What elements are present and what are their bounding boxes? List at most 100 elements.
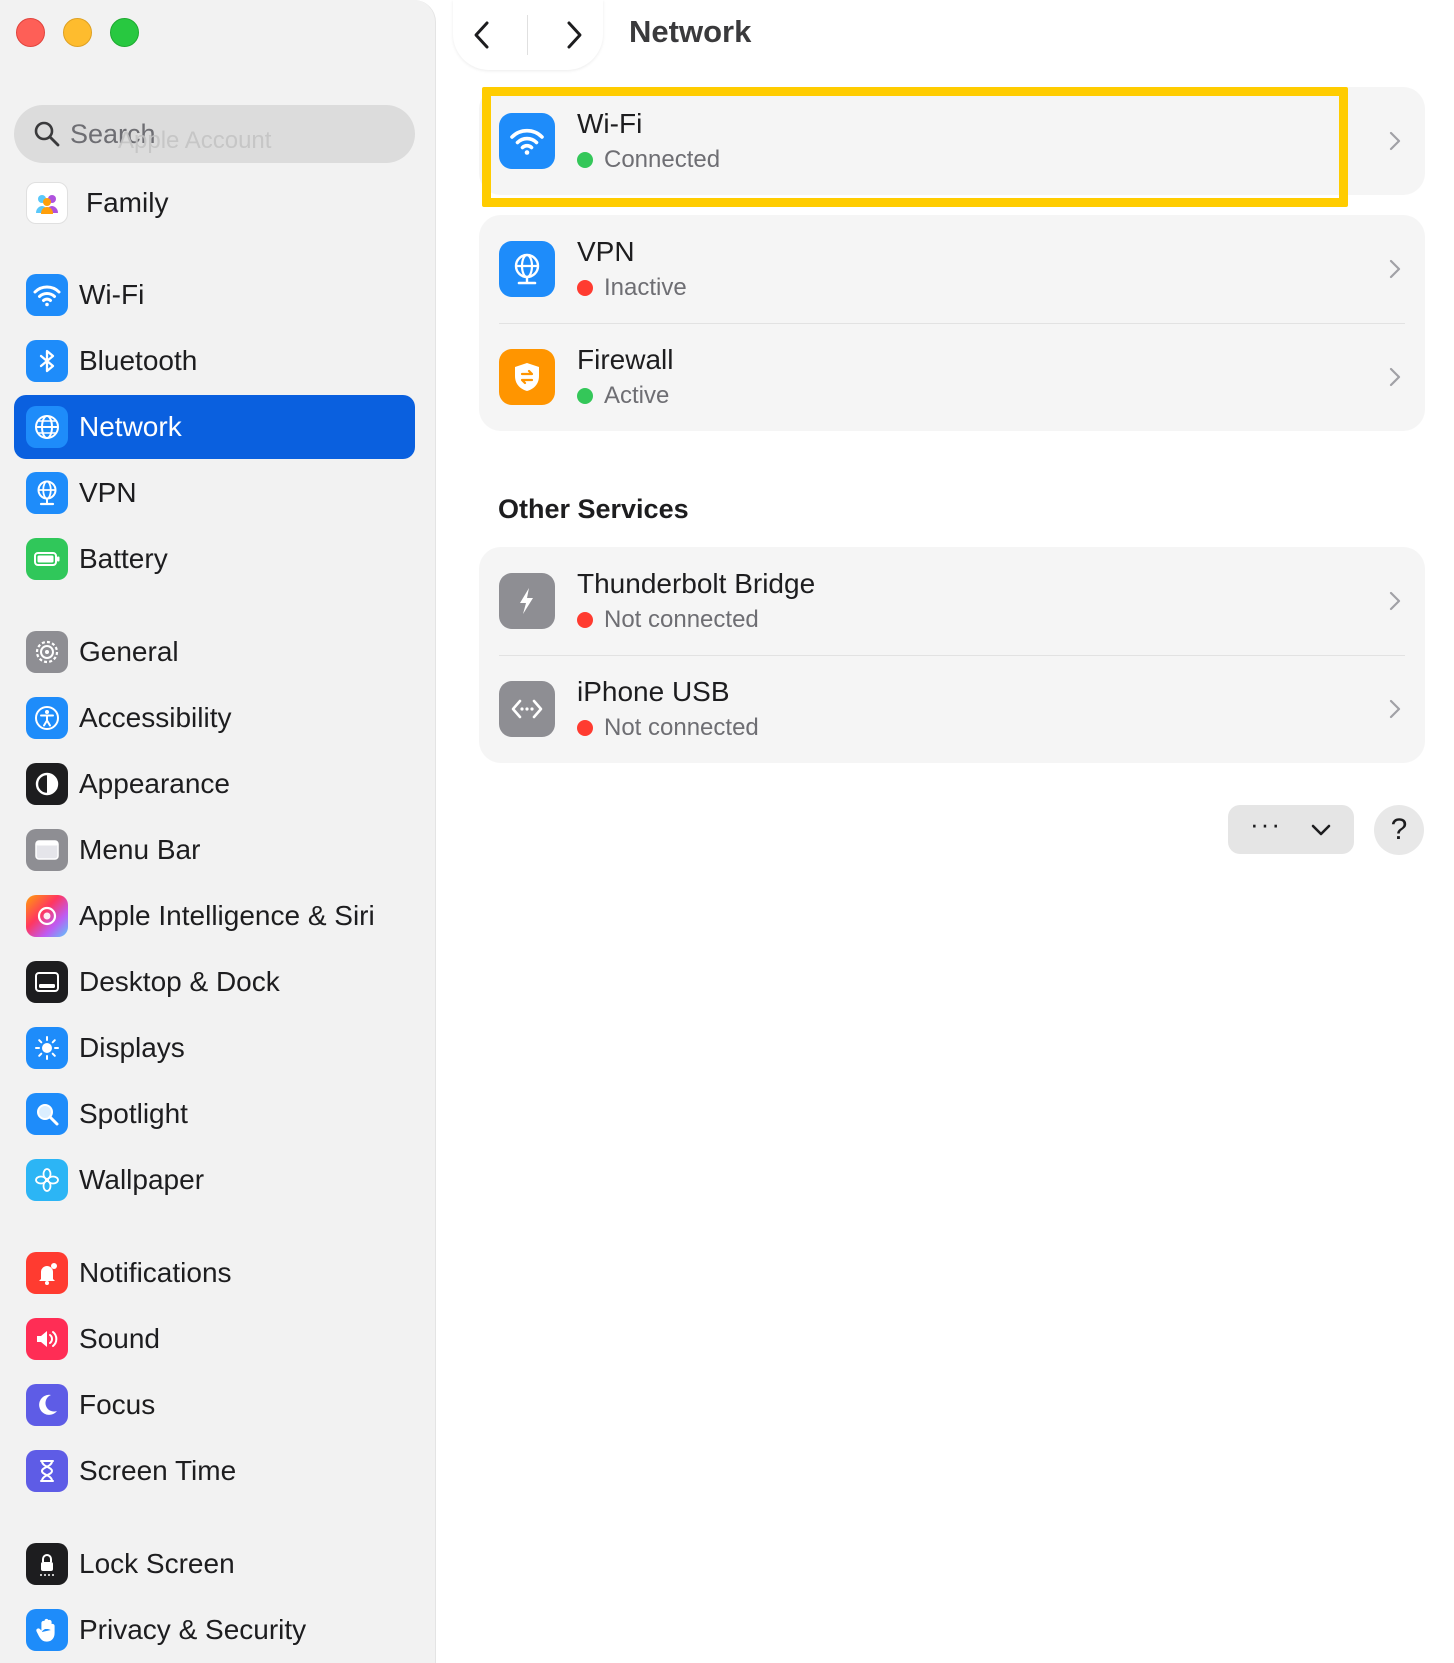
service-row-thunderbolt-bridge[interactable]: Thunderbolt Bridge Not connected — [479, 547, 1425, 655]
service-row-vpn[interactable]: VPN Inactive — [479, 215, 1425, 323]
highlight-box — [482, 87, 1348, 207]
sidebar-item-family[interactable]: Family — [14, 171, 415, 235]
search-field[interactable]: Search Apple Account — [14, 105, 415, 163]
sidebar-item-focus[interactable]: Focus — [14, 1373, 415, 1437]
other-services-card: Thunderbolt Bridge Not connected iPhone … — [479, 547, 1425, 763]
hand-icon — [26, 1609, 68, 1651]
sidebar-item-wallpaper[interactable]: Wallpaper — [14, 1148, 415, 1212]
sidebar-item-battery[interactable]: Battery — [14, 527, 415, 591]
service-title: iPhone USB — [577, 676, 730, 707]
sidebar-item-label: Wallpaper — [79, 1164, 205, 1195]
sidebar-item-label: Screen Time — [79, 1455, 237, 1486]
flower-icon — [26, 1159, 68, 1201]
sidebar-item-label: Privacy & Security — [79, 1614, 307, 1645]
status-dot — [577, 720, 593, 736]
sidebar-item-label: Family — [86, 187, 169, 218]
family-icon — [26, 182, 68, 224]
sidebar-item-label: Apple Intelligence & Siri — [79, 900, 375, 931]
sidebar-item-privacy-security[interactable]: Privacy & Security — [14, 1598, 415, 1662]
sidebar-item-label: Notifications — [79, 1257, 232, 1288]
service-title: Thunderbolt Bridge — [577, 568, 816, 599]
sidebar-item-bluetooth[interactable]: Bluetooth — [14, 329, 415, 393]
chevron-right-icon — [1389, 699, 1401, 719]
sidebar-item-accessibility[interactable]: Accessibility — [14, 686, 415, 750]
vpn-firewall-card: VPN Inactive Firewall Active — [479, 215, 1425, 431]
sidebar-item-label: Displays — [79, 1032, 185, 1063]
ellipsis-icon: ··· — [1250, 808, 1282, 839]
zoom-window-button[interactable] — [110, 18, 139, 47]
chevron-right-icon — [1389, 591, 1401, 611]
help-button[interactable]: ? — [1374, 805, 1424, 855]
sidebar-item-label: Appearance — [79, 768, 231, 799]
other-services-heading: Other Services — [498, 494, 689, 524]
accessibility-icon — [26, 697, 68, 739]
sidebar-item-label: Accessibility — [79, 702, 232, 733]
menu-bar-icon — [26, 829, 68, 871]
sidebar-item-screen-time[interactable]: Screen Time — [14, 1439, 415, 1503]
more-actions-button[interactable]: ··· — [1228, 805, 1354, 854]
sidebar-item-label: Lock Screen — [79, 1548, 235, 1579]
speaker-icon — [26, 1318, 68, 1360]
appearance-icon — [26, 763, 68, 805]
service-status: Active — [577, 382, 673, 410]
sidebar-item-network[interactable]: Network — [14, 395, 415, 459]
forward-chevron-icon[interactable] — [561, 18, 587, 52]
lock-icon — [26, 1543, 68, 1585]
wifi-icon — [26, 274, 68, 316]
sidebar-item-wifi[interactable]: Wi-Fi — [14, 263, 415, 327]
magnifier-icon — [26, 1093, 68, 1135]
vpn-globe-icon — [26, 472, 68, 514]
sidebar: Search Apple Account Family Wi-Fi Blueto… — [0, 0, 436, 1663]
service-status: Inactive — [577, 274, 687, 302]
sidebar-item-desktop-dock[interactable]: Desktop & Dock — [14, 950, 415, 1014]
usb-connection-icon — [499, 681, 555, 737]
back-chevron-icon[interactable] — [469, 18, 495, 52]
sidebar-item-label: Network — [79, 411, 182, 442]
chevron-down-icon — [1311, 824, 1331, 835]
service-title: VPN — [577, 236, 635, 267]
hourglass-icon — [26, 1450, 68, 1492]
chevron-right-icon — [1389, 259, 1401, 279]
service-status: Not connected — [577, 606, 815, 634]
sidebar-item-menu-bar[interactable]: Menu Bar — [14, 818, 415, 882]
sidebar-item-lock-screen[interactable]: Lock Screen — [14, 1532, 415, 1596]
sidebar-item-displays[interactable]: Displays — [14, 1016, 415, 1080]
vpn-globe-icon — [499, 241, 555, 297]
minimize-window-button[interactable] — [63, 18, 92, 47]
sidebar-item-appearance[interactable]: Appearance — [14, 752, 415, 816]
service-row-firewall[interactable]: Firewall Active — [479, 323, 1425, 431]
status-text: Not connected — [604, 714, 759, 741]
sidebar-item-sound[interactable]: Sound — [14, 1307, 415, 1371]
window-controls — [16, 18, 139, 47]
sidebar-item-label: Battery — [79, 543, 168, 574]
sidebar-item-siri[interactable]: Apple Intelligence & Siri — [14, 884, 415, 948]
sidebar-item-label: Wi-Fi — [79, 279, 145, 310]
sidebar-item-vpn[interactable]: VPN — [14, 461, 415, 525]
search-icon — [34, 121, 60, 147]
sidebar-item-label: Bluetooth — [79, 345, 198, 376]
status-text: Not connected — [604, 606, 759, 633]
sidebar-item-label: VPN — [79, 477, 137, 508]
apple-account-label: Apple Account — [118, 127, 272, 154]
sun-icon — [26, 1027, 68, 1069]
status-dot — [577, 280, 593, 296]
gear-icon — [26, 631, 68, 673]
sidebar-item-notifications[interactable]: Notifications — [14, 1241, 415, 1305]
close-window-button[interactable] — [16, 18, 45, 47]
page-title: Network — [629, 14, 752, 49]
battery-icon — [26, 538, 68, 580]
service-row-iphone-usb[interactable]: iPhone USB Not connected — [479, 655, 1425, 763]
sidebar-item-general[interactable]: General — [14, 620, 415, 684]
globe-icon — [26, 406, 68, 448]
chevron-right-icon — [1389, 367, 1401, 387]
sidebar-item-label: General — [79, 636, 179, 667]
service-title: Firewall — [577, 344, 674, 375]
chevron-right-icon — [1389, 131, 1401, 151]
sidebar-item-label: Desktop & Dock — [79, 966, 280, 997]
sidebar-item-label: Focus — [79, 1389, 156, 1420]
sidebar-item-label: Menu Bar — [79, 834, 201, 865]
sidebar-item-spotlight[interactable]: Spotlight — [14, 1082, 415, 1146]
status-dot — [577, 612, 593, 628]
status-text: Inactive — [604, 274, 687, 301]
bell-icon — [26, 1252, 68, 1294]
